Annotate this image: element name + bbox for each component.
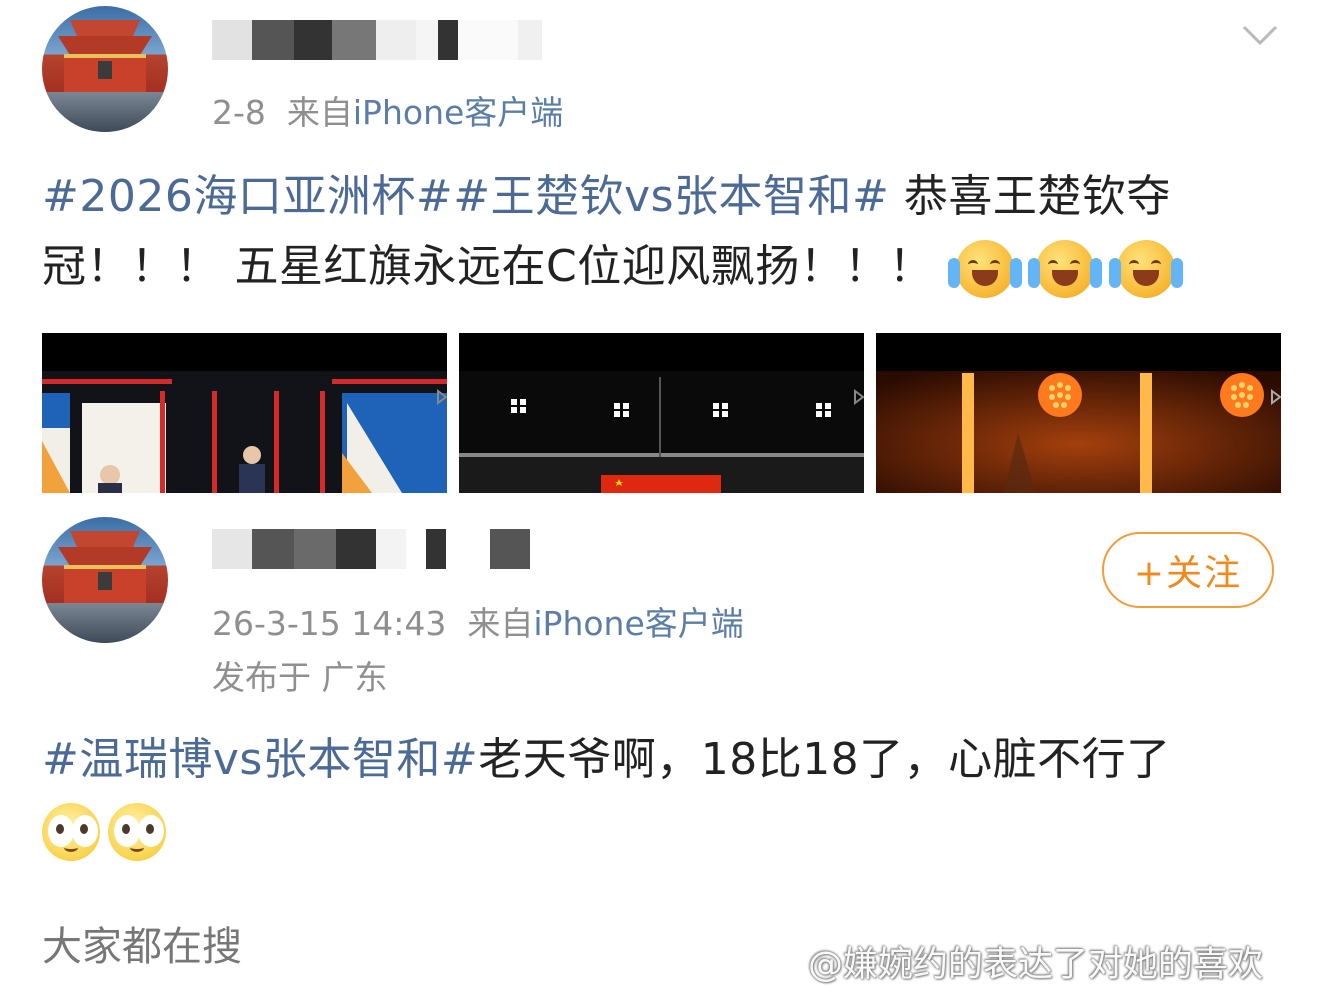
post-location: 发布于 广东 [212, 658, 388, 697]
stage-lights-image [876, 333, 1281, 493]
hashtag-link[interactable]: #温瑞博vs张本智和# [42, 734, 478, 785]
username-blurred[interactable] [212, 20, 542, 60]
follow-button[interactable]: +关注 [1102, 532, 1274, 608]
post-image-3[interactable] [876, 333, 1281, 493]
dizzy-eyes-icon [42, 803, 100, 861]
post-card-2[interactable]: 26-3-15 14:43 来自iPhone客户端 发布于 广东 +关注 #温瑞… [0, 493, 1320, 989]
post-source[interactable]: iPhone客户端 [533, 604, 743, 643]
post-text-line: 老天爷啊，18比18了，心脏不行了 [478, 734, 1171, 785]
post-date: 26-3-15 14:43 [212, 604, 447, 643]
laughing-tears-icon [1028, 240, 1103, 298]
post-image-2[interactable] [459, 333, 864, 493]
laughing-tears-icon [947, 240, 1022, 298]
post-text-line: 冠！！！ 五星红旗永远在C位迎风飘扬！！！ [42, 241, 934, 292]
post-text: #2026海口亚洲杯##王楚钦vs张本智和# 恭喜王楚钦夺 冠！！！ 五星红旗永… [42, 162, 1280, 302]
award-ceremony-image [42, 333, 447, 493]
flag-raising-image [459, 333, 864, 493]
post-text: #温瑞博vs张本智和#老天爷啊，18比18了，心脏不行了 [42, 725, 1280, 865]
avatar[interactable] [42, 517, 168, 643]
post-card-1[interactable]: 2-8 来自iPhone客户端 #2026海口亚洲杯##王楚钦vs张本智和# 恭… [0, 0, 1320, 493]
post-source[interactable]: iPhone客户端 [353, 93, 563, 132]
laughing-tears-icon [1108, 240, 1183, 298]
post-date: 2-8 [212, 93, 266, 132]
hashtag-link[interactable]: #2026海口亚洲杯##王楚钦vs张本智和# [42, 171, 889, 222]
post-meta: 26-3-15 14:43 来自iPhone客户端 [212, 597, 744, 645]
everyone-searching-label: 大家都在搜 [42, 924, 242, 970]
source-prefix: 来自 [467, 604, 534, 643]
weibo-watermark: @嫌婉约的表达了对她的喜欢 [808, 945, 1264, 985]
post-image-1[interactable] [42, 333, 447, 493]
avatar[interactable] [42, 6, 168, 132]
chevron-down-icon[interactable] [1242, 24, 1278, 46]
dizzy-eyes-icon [108, 803, 166, 861]
post-meta: 2-8 来自iPhone客户端 [212, 86, 563, 134]
source-prefix: 来自 [286, 93, 353, 132]
post-text-line: 恭喜王楚钦夺 [889, 171, 1171, 222]
username-blurred[interactable] [212, 529, 530, 569]
